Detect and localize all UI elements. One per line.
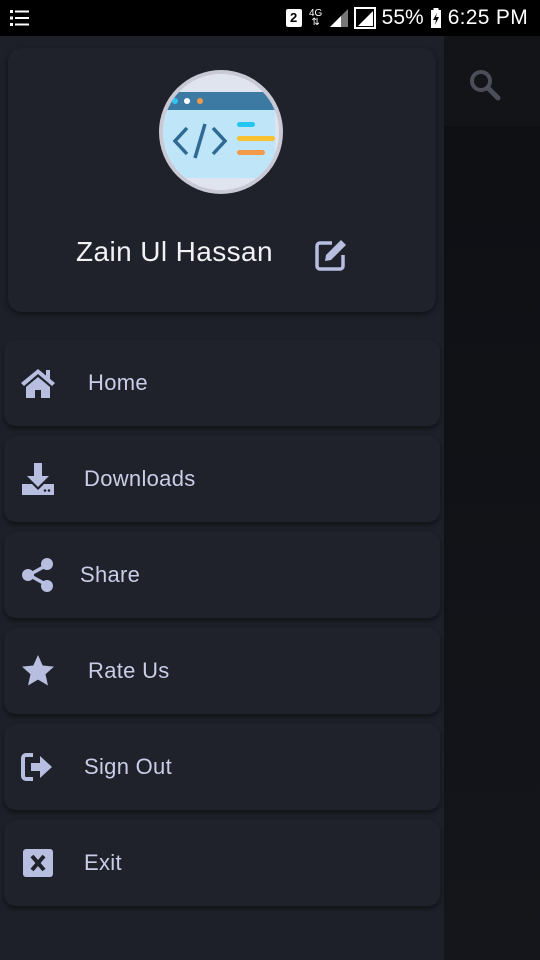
menu-item-label: Home	[88, 370, 148, 395]
background-toolbar	[444, 36, 540, 126]
menu-item-rate-us[interactable]: Rate Us	[4, 628, 440, 714]
exit-icon	[20, 845, 56, 881]
signal-icon	[329, 9, 348, 27]
avatar[interactable]	[159, 70, 283, 194]
battery-icon	[430, 8, 442, 28]
download-icon	[20, 461, 56, 497]
network-type: 4G ⇅	[308, 9, 324, 28]
menu-item-home[interactable]: Home	[4, 340, 440, 426]
menu-item-label: Downloads	[84, 466, 196, 491]
clock: 6:25 PM	[447, 6, 528, 29]
sign-out-icon	[20, 749, 56, 785]
menu-item-exit[interactable]: Exit	[4, 820, 440, 906]
status-bar: 2 4G ⇅ 55% 6:25 PM	[0, 0, 540, 36]
menu-item-sign-out[interactable]: Sign Out	[4, 724, 440, 810]
notification-list-icon	[10, 9, 30, 27]
edit-profile-icon[interactable]	[314, 238, 348, 272]
star-icon	[20, 653, 56, 689]
navigation-drawer: Zain Ul Hassan Home Downloads Share Rate…	[0, 36, 444, 960]
battery-percent: 55%	[381, 6, 424, 29]
menu-item-label: Rate Us	[88, 658, 170, 683]
search-icon[interactable]	[468, 68, 502, 102]
menu-item-share[interactable]: Share	[4, 532, 440, 618]
menu-item-downloads[interactable]: Downloads	[4, 436, 440, 522]
menu-item-label: Exit	[84, 850, 122, 875]
menu-item-label: Share	[80, 562, 141, 587]
menu-item-label: Sign Out	[84, 754, 173, 779]
signal-icon-2	[353, 7, 376, 29]
code-window-icon	[163, 74, 279, 190]
background-app	[444, 36, 540, 960]
profile-name: Zain Ul Hassan	[76, 236, 274, 267]
sim-badge: 2	[285, 9, 302, 27]
home-icon	[20, 365, 56, 401]
share-icon	[20, 557, 56, 593]
profile-card: Zain Ul Hassan	[8, 48, 436, 312]
data-arrows-icon: ⇅	[311, 17, 320, 28]
